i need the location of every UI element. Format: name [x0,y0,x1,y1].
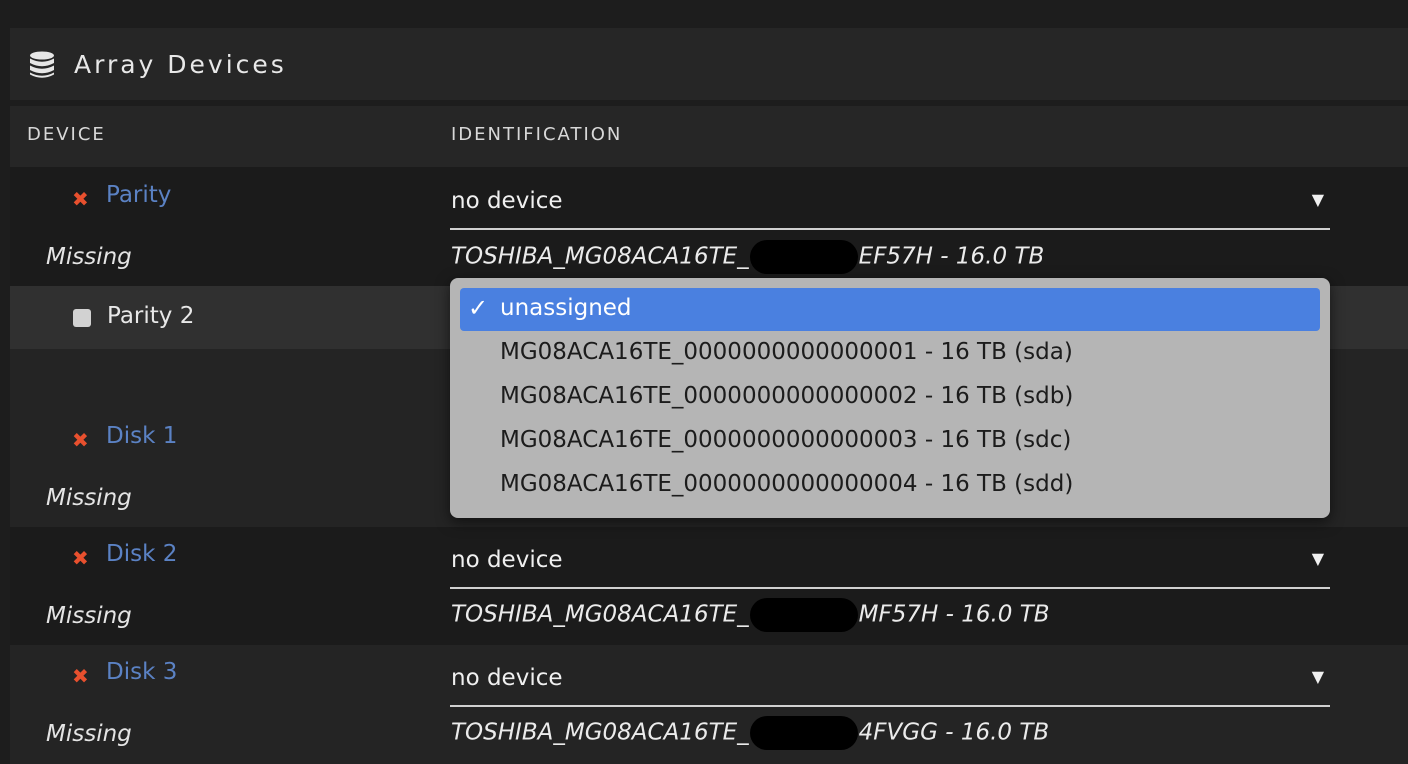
column-header-device: DEVICE [27,124,106,145]
ident-suffix: MF57H - 16.0 TB [858,601,1050,628]
device-link-disk-3[interactable]: Disk 3 [106,659,177,685]
dropdown-arrow-icon: ▼ [1311,190,1324,209]
dropdown-option-sdc[interactable]: MG08ACA16TE_0000000000000003 - 16 TB (sd… [460,420,1320,463]
option-label: MG08ACA16TE_0000000000000002 - 16 TB (sd… [500,383,1074,409]
dropdown-option-sda[interactable]: MG08ACA16TE_0000000000000001 - 16 TB (sd… [460,332,1320,375]
square-icon [73,309,91,327]
x-icon: ✖ [72,187,89,211]
device-status: Missing [46,244,132,270]
dropdown-arrow-icon: ▼ [1311,549,1324,568]
x-icon: ✖ [72,546,89,570]
option-label: MG08ACA16TE_0000000000000001 - 16 TB (sd… [500,339,1073,365]
device-status: Missing [46,485,132,511]
redaction-block [749,598,858,632]
ident-suffix: EF57H - 16.0 TB [858,243,1045,270]
dropdown-option-sdb[interactable]: MG08ACA16TE_0000000000000002 - 16 TB (sd… [460,376,1320,419]
column-header-identification: IDENTIFICATION [451,124,623,145]
redaction-block [749,240,858,274]
device-identification: TOSHIBA_MG08ACA16TE_ 4FVGG - 16.0 TB [451,716,1049,750]
device-status: Missing [46,721,132,747]
ident-suffix: 4FVGG - 16.0 TB [858,719,1050,746]
panel-header: Array Devices [10,28,1408,100]
device-link-parity[interactable]: Parity [106,182,171,208]
device-identification: TOSHIBA_MG08ACA16TE_ MF57H - 16.0 TB [451,598,1050,632]
device-link-disk-1[interactable]: Disk 1 [106,423,177,449]
database-icon [30,51,54,78]
device-select-parity[interactable]: no device ▼ [450,170,1330,230]
device-dropdown-menu[interactable]: ✓ unassigned MG08ACA16TE_000000000000000… [450,278,1330,518]
dropdown-option-sdd[interactable]: MG08ACA16TE_0000000000000004 - 16 TB (sd… [460,464,1320,507]
device-link-disk-2[interactable]: Disk 2 [106,541,177,567]
select-value: no device [451,665,563,691]
option-label: unassigned [500,295,632,321]
x-icon: ✖ [72,664,89,688]
panel-title: Array Devices [74,50,287,79]
ident-prefix: TOSHIBA_MG08ACA16TE_ [451,719,749,746]
option-label: MG08ACA16TE_0000000000000004 - 16 TB (sd… [500,471,1074,497]
checkmark-icon: ✓ [468,294,489,322]
x-icon: ✖ [72,428,89,452]
select-value: no device [451,547,563,573]
column-header-row: DEVICE IDENTIFICATION [10,106,1408,167]
device-link-parity-2[interactable]: Parity 2 [107,303,194,329]
dropdown-option-unassigned[interactable]: ✓ unassigned [460,288,1320,331]
redaction-block [749,716,858,750]
device-select-disk-3[interactable]: no device ▼ [450,647,1330,707]
ident-prefix: TOSHIBA_MG08ACA16TE_ [451,601,749,628]
ident-prefix: TOSHIBA_MG08ACA16TE_ [451,243,749,270]
option-label: MG08ACA16TE_0000000000000003 - 16 TB (sd… [500,427,1072,453]
select-value: no device [451,188,563,214]
device-status: Missing [46,603,132,629]
dropdown-arrow-icon: ▼ [1311,667,1324,686]
device-select-disk-2[interactable]: no device ▼ [450,529,1330,589]
device-identification: TOSHIBA_MG08ACA16TE_ EF57H - 16.0 TB [451,240,1044,274]
